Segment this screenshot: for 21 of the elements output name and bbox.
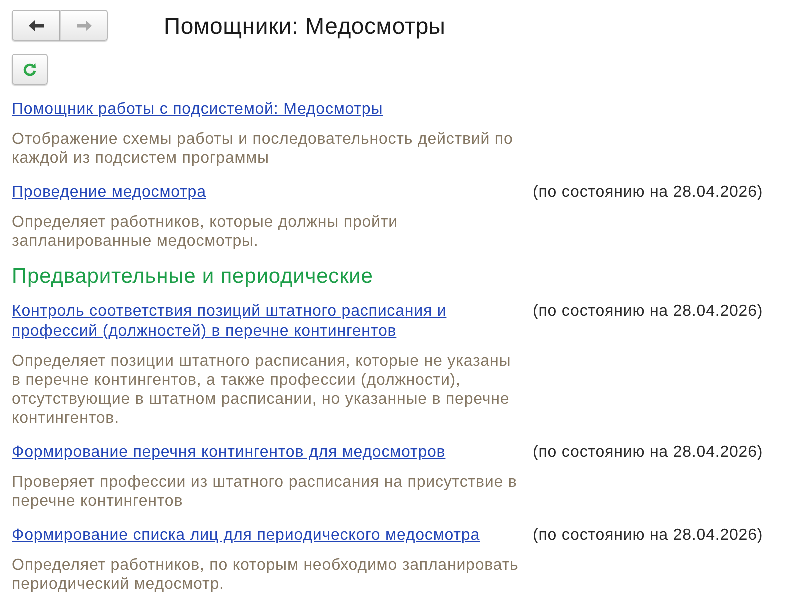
- assistant-description: Определяет позиции штатного расписания, которые не указаны в перечне контингентов, а также профессии (должности), отсутствующие в штатном расписании, но указанные в перечне контингентов.: [12, 352, 512, 428]
- assistant-link[interactable]: Контроль соответствия позиций штатного расписания и профессий (должностей) в перечне контингентов: [12, 302, 524, 342]
- assistant-description: Определяет работников, по которым необходимо запланировать периодический медосмотр.: [12, 556, 520, 594]
- status-date: (по состоянию на 28.04.2026): [533, 443, 764, 463]
- page-title: Помощники: Медосмотры: [164, 12, 446, 40]
- assistant-description: Отображение схемы работы и последовательность действий по каждой из подсистем программы: [12, 130, 514, 168]
- status-date: (по состоянию на 28.04.2026): [533, 302, 764, 322]
- status-date: (по состоянию на 28.04.2026): [533, 183, 764, 203]
- refresh-icon: [23, 62, 37, 76]
- right-arrow-icon: [76, 20, 92, 32]
- left-arrow-icon: [28, 20, 44, 32]
- refresh-button[interactable]: [12, 54, 48, 85]
- status-date: (по состоянию на 28.04.2026): [533, 526, 764, 546]
- section-heading: Предварительные и периодические: [12, 264, 374, 290]
- assistant-link[interactable]: Формирование списка лиц для периодического медосмотра: [12, 526, 480, 546]
- assistant-description: Определяет работников, которые должны пройти запланированные медосмотры.: [12, 213, 399, 251]
- assistant-link[interactable]: Помощник работы с подсистемой: Медосмотры: [12, 100, 384, 120]
- back-button[interactable]: [12, 10, 60, 41]
- assistant-link[interactable]: Формирование перечня контингентов для медосмотров: [12, 443, 446, 463]
- assistant-link[interactable]: Проведение медосмотра: [12, 183, 206, 203]
- assistant-description: Проверяет профессии из штатного расписания на присутствие в перечне контингентов: [12, 473, 518, 511]
